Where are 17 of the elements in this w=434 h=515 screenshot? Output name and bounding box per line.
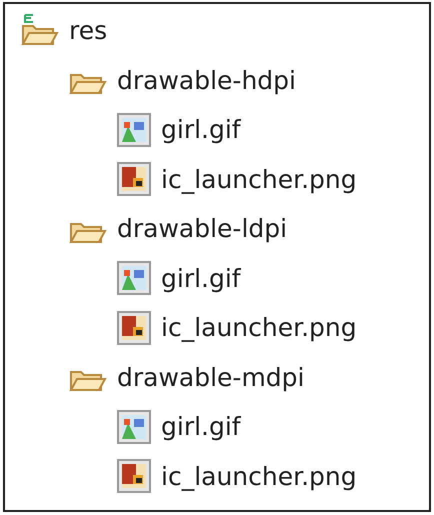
source-folder-icon bbox=[21, 14, 59, 48]
image-file-icon bbox=[117, 410, 151, 444]
image-file-icon bbox=[117, 112, 151, 147]
tree-item-label[interactable]: drawable-hdpi bbox=[117, 66, 296, 95]
tree-item-label[interactable]: girl.gif bbox=[161, 264, 241, 293]
image-file-icon bbox=[117, 261, 151, 296]
tree-item-label[interactable]: ic_launcher.png bbox=[161, 313, 357, 342]
tree-item-label[interactable]: res bbox=[69, 16, 108, 46]
tree-item-label[interactable]: girl.gif bbox=[161, 115, 241, 144]
tree-item-label[interactable]: ic_launcher.png bbox=[161, 164, 357, 194]
png-file-icon bbox=[117, 459, 151, 494]
tree-item-label[interactable]: girl.gif bbox=[161, 412, 241, 442]
png-file-icon bbox=[117, 162, 151, 196]
tree-item-label[interactable]: drawable-mdpi bbox=[117, 362, 304, 392]
tree-item-label[interactable]: drawable-ldpi bbox=[117, 214, 288, 244]
tree-item-label[interactable]: ic_launcher.png bbox=[161, 462, 357, 491]
png-file-icon bbox=[117, 310, 151, 345]
